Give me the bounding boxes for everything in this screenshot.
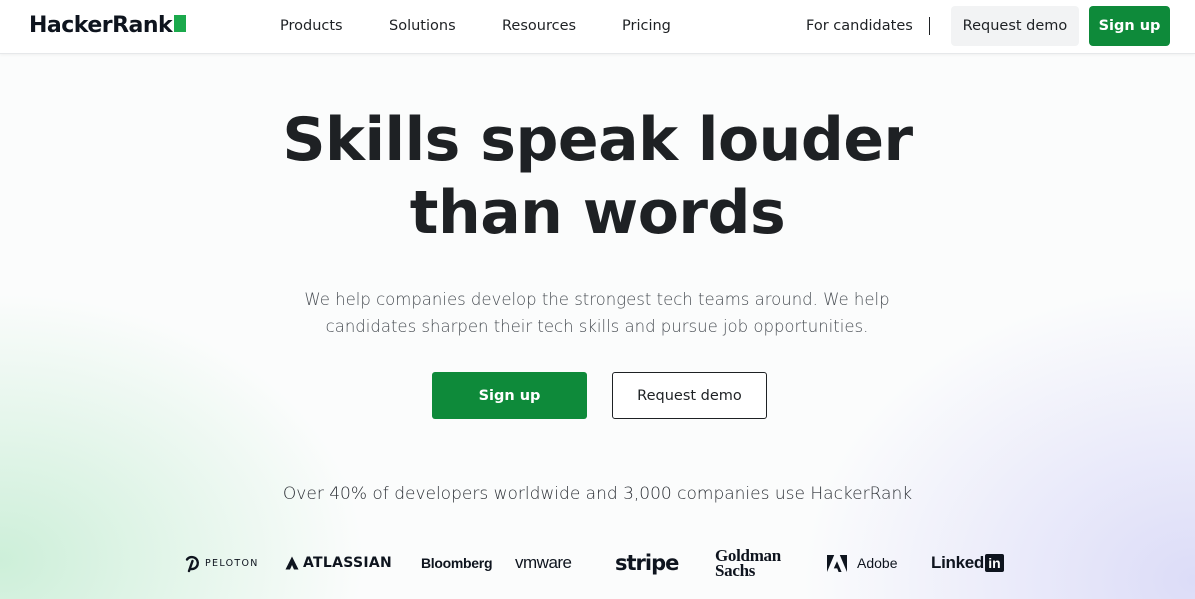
nav-for-candidates[interactable]: For candidates [806, 0, 913, 52]
vmware-wordmark: vmware [515, 553, 572, 572]
top-navigation-bar: HackerRank Products Solutions Resources … [0, 0, 1195, 54]
peloton-wordmark: PELOTON [205, 557, 259, 569]
goldman-sachs-logo: Goldman Sachs [715, 540, 781, 586]
peloton-p-icon [185, 555, 200, 572]
adobe-logo: Adobe [827, 540, 897, 586]
stripe-logo: stripe [615, 540, 679, 586]
stripe-wordmark: stripe [615, 551, 679, 575]
header-request-demo-button[interactable]: Request demo [951, 6, 1079, 46]
customer-logo-strip: PELOTON ATLASSIAN Bloomberg vmware strip… [0, 540, 1195, 590]
nav-products[interactable]: Products [280, 0, 343, 52]
usage-stat-text: Over 40% of developers worldwide and 3,0… [282, 484, 913, 504]
hero-subtitle: We help companies develop the strongest … [297, 286, 897, 340]
nav-pricing[interactable]: Pricing [622, 0, 671, 52]
atlassian-wordmark: ATLASSIAN [303, 555, 393, 571]
atlassian-triangle-icon [285, 556, 299, 570]
hero-title-line-2: than words [409, 178, 786, 248]
vmware-logo: vmware [515, 540, 572, 586]
adobe-a-icon [827, 554, 847, 572]
nav-divider [929, 17, 930, 35]
header-sign-up-button[interactable]: Sign up [1089, 6, 1170, 46]
atlassian-logo: ATLASSIAN [285, 540, 392, 586]
adobe-wordmark: Adobe [857, 555, 898, 571]
linkedin-in-badge-icon: in [985, 554, 1004, 572]
bloomberg-logo: Bloomberg [421, 540, 493, 586]
hero-sign-up-button[interactable]: Sign up [432, 372, 587, 419]
peloton-logo: PELOTON [184, 540, 259, 586]
goldman-wordmark-line-2: Sachs [715, 561, 756, 580]
bloomberg-wordmark: Bloomberg [421, 555, 493, 571]
linkedin-logo: Linked in [931, 540, 1004, 586]
hero-title: Skills speak louder than words [0, 104, 1195, 250]
linkedin-wordmark: Linked [931, 553, 984, 572]
nav-resources[interactable]: Resources [502, 0, 576, 52]
hero-subtitle-line-1: We help companies develop the strongest … [304, 290, 890, 309]
logo-wordmark: HackerRank [29, 12, 173, 38]
hackerrank-logo[interactable]: HackerRank [29, 10, 187, 40]
hero-title-line-1: Skills speak louder [282, 105, 913, 175]
nav-solutions[interactable]: Solutions [389, 0, 456, 52]
hero-subtitle-line-2: candidates sharpen their tech skills and… [325, 317, 869, 336]
hero-request-demo-button[interactable]: Request demo [612, 372, 767, 419]
goldman-sachs-wordmark: Goldman Sachs [715, 547, 781, 580]
logo-green-square-icon [174, 14, 187, 32]
